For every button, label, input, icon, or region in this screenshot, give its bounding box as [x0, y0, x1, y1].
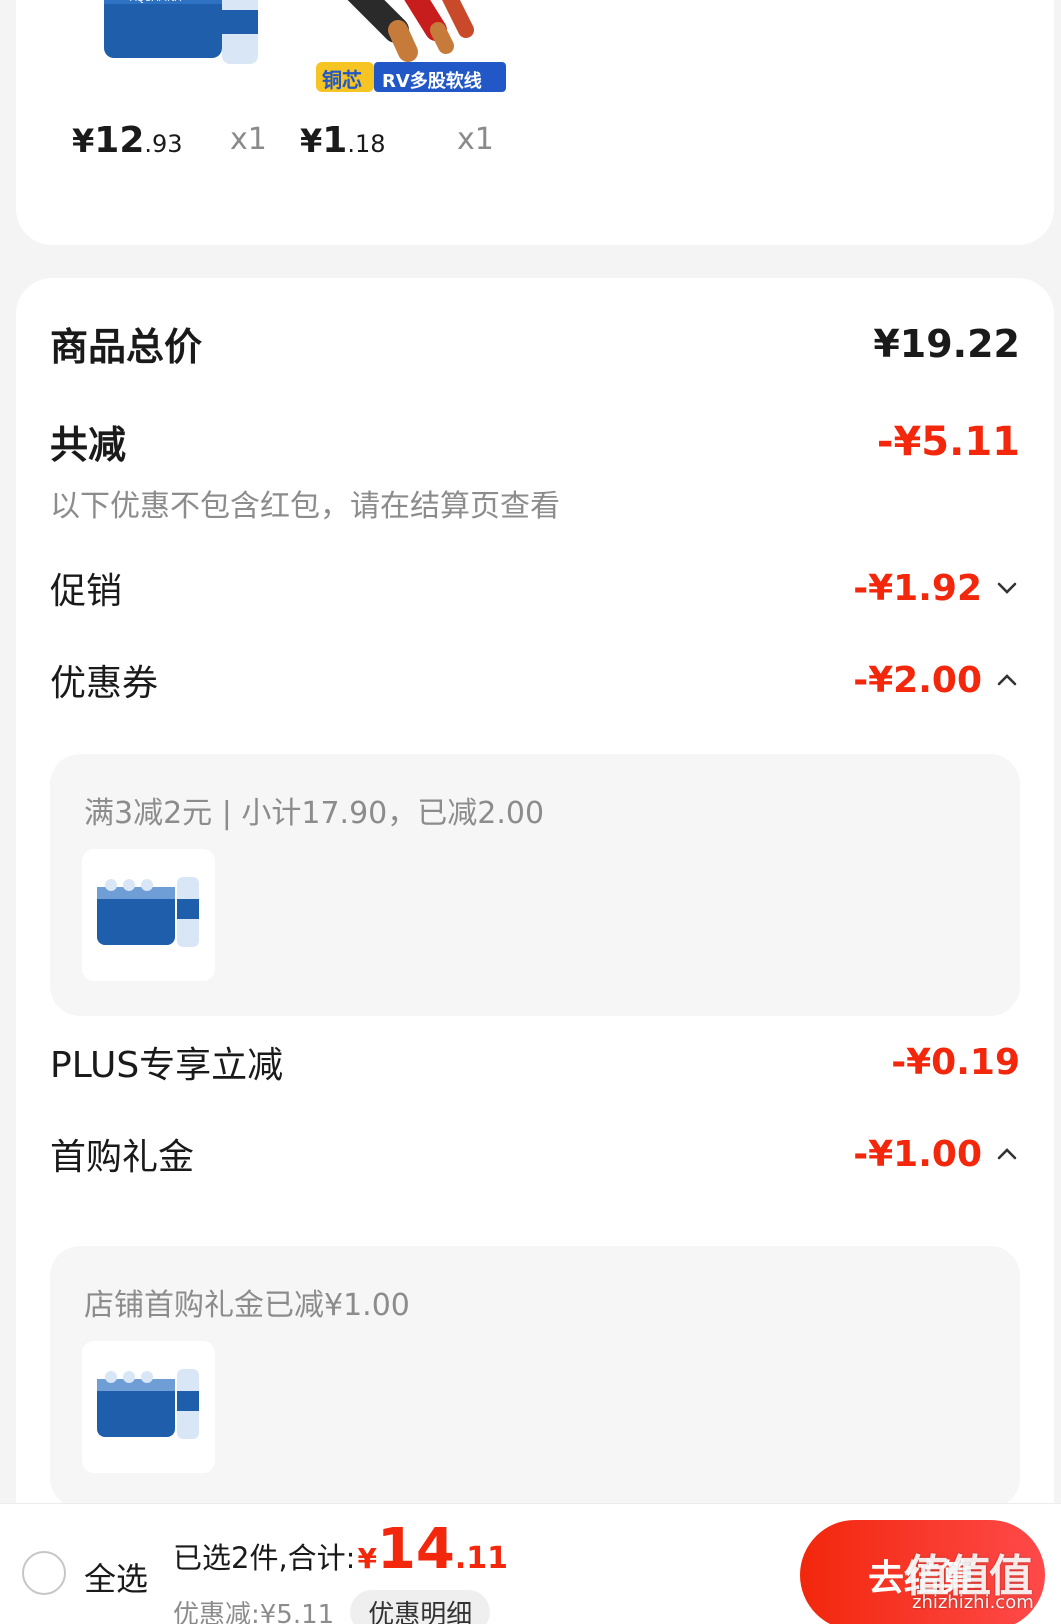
plus-label: PLUS专享立减	[50, 1045, 284, 1086]
coupon-label: 优惠券	[50, 663, 159, 704]
total-price-label: 商品总价	[50, 325, 203, 369]
coupon-detail-text: 满3减2元 | 小计17.90，已减2.00	[84, 796, 545, 831]
coupon-row[interactable]: 优惠券 -¥2.00	[50, 654, 1020, 706]
gift-label: 首购礼金	[50, 1137, 195, 1178]
gift-product-thumbnail[interactable]	[82, 1341, 215, 1473]
price-decimal: .18	[347, 130, 386, 158]
currency-symbol: ¥	[300, 122, 323, 160]
discount-text: 优惠减:¥5.11	[173, 1599, 335, 1624]
promo-value: -¥1.92	[853, 567, 982, 609]
total-price-row: 商品总价 ¥19.22	[50, 316, 1020, 371]
discount-detail-button[interactable]: 优惠明细	[350, 1590, 491, 1624]
coupon-amount: -¥2.00	[853, 660, 1020, 701]
discount-hint: 以下优惠不包含红包，请在结算页查看	[50, 489, 560, 524]
coupon-product-thumbnail[interactable]	[82, 849, 215, 981]
selected-count-text: 已选2件,合计:	[173, 1541, 356, 1575]
price-summary-card: 商品总价 ¥19.22 共减 -¥5.11 以下优惠不包含红包，请在结算页查看 …	[16, 278, 1054, 1624]
wire-label-core: 铜芯	[322, 68, 362, 92]
watermark-url: zhizhizhi.com	[912, 1592, 1034, 1613]
currency-symbol: ¥	[72, 122, 95, 160]
plus-value: -¥0.19	[891, 1041, 1020, 1083]
selected-items-card: AQUAFINA 铜芯 RV多股软线 ¥ 12 .93 x	[16, 0, 1054, 245]
total-reduce-value: -¥5.11	[876, 418, 1020, 465]
cart-page: AQUAFINA 铜芯 RV多股软线 ¥ 12 .93 x	[0, 0, 1061, 1624]
total-integer: 14	[376, 1517, 455, 1582]
promo-row[interactable]: 促销 -¥1.92	[50, 562, 1020, 614]
total-reduce-label: 共减	[50, 423, 127, 467]
gift-detail-box: 店铺首购礼金已减¥1.00	[50, 1246, 1020, 1508]
checkout-bar: 全选 已选2件,合计: ¥ 14 .11 优惠减:¥5.11 优惠明细 去结算	[0, 1503, 1061, 1624]
price-decimal: .93	[144, 130, 183, 158]
gift-amount: -¥1.00	[853, 1134, 1020, 1175]
water-pack-icon	[96, 1369, 199, 1439]
water-product-image[interactable]: AQUAFINA	[94, 0, 276, 68]
first-purchase-gift-row[interactable]: 首购礼金 -¥1.00	[50, 1128, 1020, 1180]
item-quantity: x1	[230, 122, 267, 157]
promo-amount: -¥1.92	[853, 568, 1020, 609]
gift-detail-text: 店铺首购礼金已减¥1.00	[84, 1288, 410, 1323]
chevron-up-icon[interactable]	[994, 667, 1020, 693]
svg-text:AQUAFINA: AQUAFINA	[130, 0, 181, 4]
selected-total: 已选2件,合计: ¥ 14 .11	[173, 1522, 508, 1578]
select-all-checkbox[interactable]	[22, 1551, 66, 1595]
water-pack-icon	[96, 877, 199, 947]
gift-value: -¥1.00	[853, 1133, 982, 1175]
item-quantity: x1	[457, 122, 494, 157]
coupon-detail-box: 满3减2元 | 小计17.90，已减2.00	[50, 754, 1020, 1016]
discount-summary: 优惠减:¥5.11 优惠明细	[173, 1590, 491, 1624]
price-integer: 12	[94, 120, 145, 161]
item-price: ¥ 1 .18	[300, 120, 386, 161]
total-currency: ¥	[357, 1542, 377, 1575]
total-reduce-row: 共减 -¥5.11	[50, 414, 1020, 469]
wire-product-image[interactable]: 铜芯 RV多股软线	[316, 0, 526, 92]
chevron-up-icon[interactable]	[994, 1141, 1020, 1167]
promo-label: 促销	[50, 571, 123, 612]
item-price: ¥ 12 .93	[72, 120, 183, 161]
plus-row: PLUS专享立减 -¥0.19	[50, 1036, 1020, 1088]
select-all-label[interactable]: 全选	[84, 1554, 148, 1600]
wire-label-type: RV多股软线	[382, 71, 482, 92]
coupon-value: -¥2.00	[853, 659, 982, 701]
total-price-value: ¥19.22	[873, 321, 1020, 366]
chevron-down-icon[interactable]	[994, 575, 1020, 601]
price-integer: 1	[322, 120, 348, 161]
total-decimal: .11	[454, 1541, 509, 1576]
